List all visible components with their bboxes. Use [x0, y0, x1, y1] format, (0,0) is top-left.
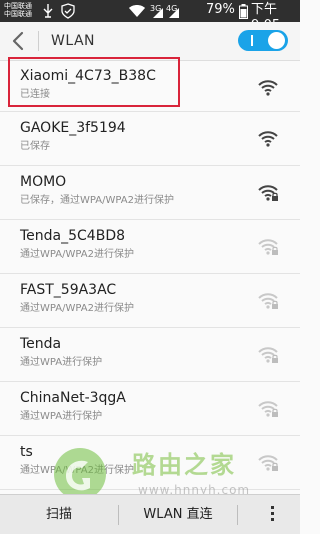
battery-percent: 79% [206, 2, 235, 17]
toggle-knob [268, 32, 285, 49]
connected-network-highlight [8, 57, 180, 107]
carrier-1: 中国联通 [4, 2, 32, 10]
network-status: 通过WPA/WPA2进行保护 [20, 303, 134, 314]
network-ssid: Tenda [20, 336, 62, 352]
carrier-2: 中国联通 [4, 10, 32, 18]
network-ssid: FAST_59A3AC [20, 282, 117, 298]
usb-icon [43, 4, 53, 18]
wifi-locked-icon [258, 455, 278, 471]
network-status: 已保存 [20, 141, 50, 152]
wifi-icon [258, 131, 278, 147]
wifi-locked-icon [258, 293, 278, 309]
network-row[interactable]: ChinaNet-3qgA 通过WPA进行保护 [0, 382, 300, 436]
wifi-locked-icon [258, 239, 278, 255]
action-bar: WLAN [0, 22, 300, 61]
wifi-locked-icon [258, 347, 278, 363]
network-row[interactable]: FAST_59A3AC 通过WPA/WPA2进行保护 [0, 274, 300, 328]
network-ssid: Tenda_5C4BD8 [20, 228, 126, 244]
network-status: 通过WPA/WPA2进行保护 [20, 249, 134, 260]
header-divider [38, 31, 39, 51]
wifi-icon [258, 80, 278, 96]
network-ssid: ChinaNet-3qgA [20, 390, 126, 406]
battery-icon [239, 4, 248, 19]
carrier-labels: 中国联通 中国联通 [4, 2, 38, 18]
wifi-status-icon [129, 5, 145, 17]
network-ssid: GAOKE_3f5194 [20, 120, 126, 136]
network-row[interactable]: Tenda_5C4BD8 通过WPA/WPA2进行保护 [0, 220, 300, 274]
status-bar: 中国联通 中国联通 3G 4G 79% 下午9:05 [0, 0, 300, 33]
signal-4g-icon [169, 8, 179, 18]
network-ssid: MOMO [20, 174, 67, 190]
scan-button[interactable]: 扫描 [0, 495, 118, 534]
network-row[interactable]: MOMO 已保存，通过WPA/WPA2进行保护 [0, 166, 300, 220]
bottom-divider-2 [237, 505, 238, 525]
network-ssid: ts [20, 444, 33, 460]
network-list: Xiaomi_4C73_B38C 已连接 GAOKE_3f5194 已保存 MOMO 已保… [0, 61, 300, 490]
bottom-bar: 扫描 WLAN 直连 [0, 494, 300, 534]
signal-3g-icon [153, 8, 163, 18]
wifi-locked-icon [258, 401, 278, 417]
wifi-locked-icon [258, 185, 278, 201]
shield-icon [61, 3, 75, 19]
network-row[interactable]: GAOKE_3f5194 已保存 [0, 112, 300, 166]
network-row[interactable]: ts 通过WPA/WPA2进行保护 [0, 436, 300, 490]
wlan-toggle[interactable] [238, 30, 288, 51]
network-status: 通过WPA进行保护 [20, 411, 103, 422]
toggle-on-mark [251, 35, 253, 46]
page-title: WLAN [51, 33, 96, 49]
network-status: 已保存，通过WPA/WPA2进行保护 [20, 195, 174, 206]
wlan-direct-button[interactable]: WLAN 直连 [119, 495, 237, 534]
network-status: 通过WPA进行保护 [20, 357, 103, 368]
overflow-menu-icon[interactable] [270, 506, 276, 524]
network-status: 通过WPA/WPA2进行保护 [20, 465, 134, 476]
back-arrow-icon[interactable] [6, 28, 32, 54]
network-row[interactable]: Tenda 通过WPA进行保护 [0, 328, 300, 382]
